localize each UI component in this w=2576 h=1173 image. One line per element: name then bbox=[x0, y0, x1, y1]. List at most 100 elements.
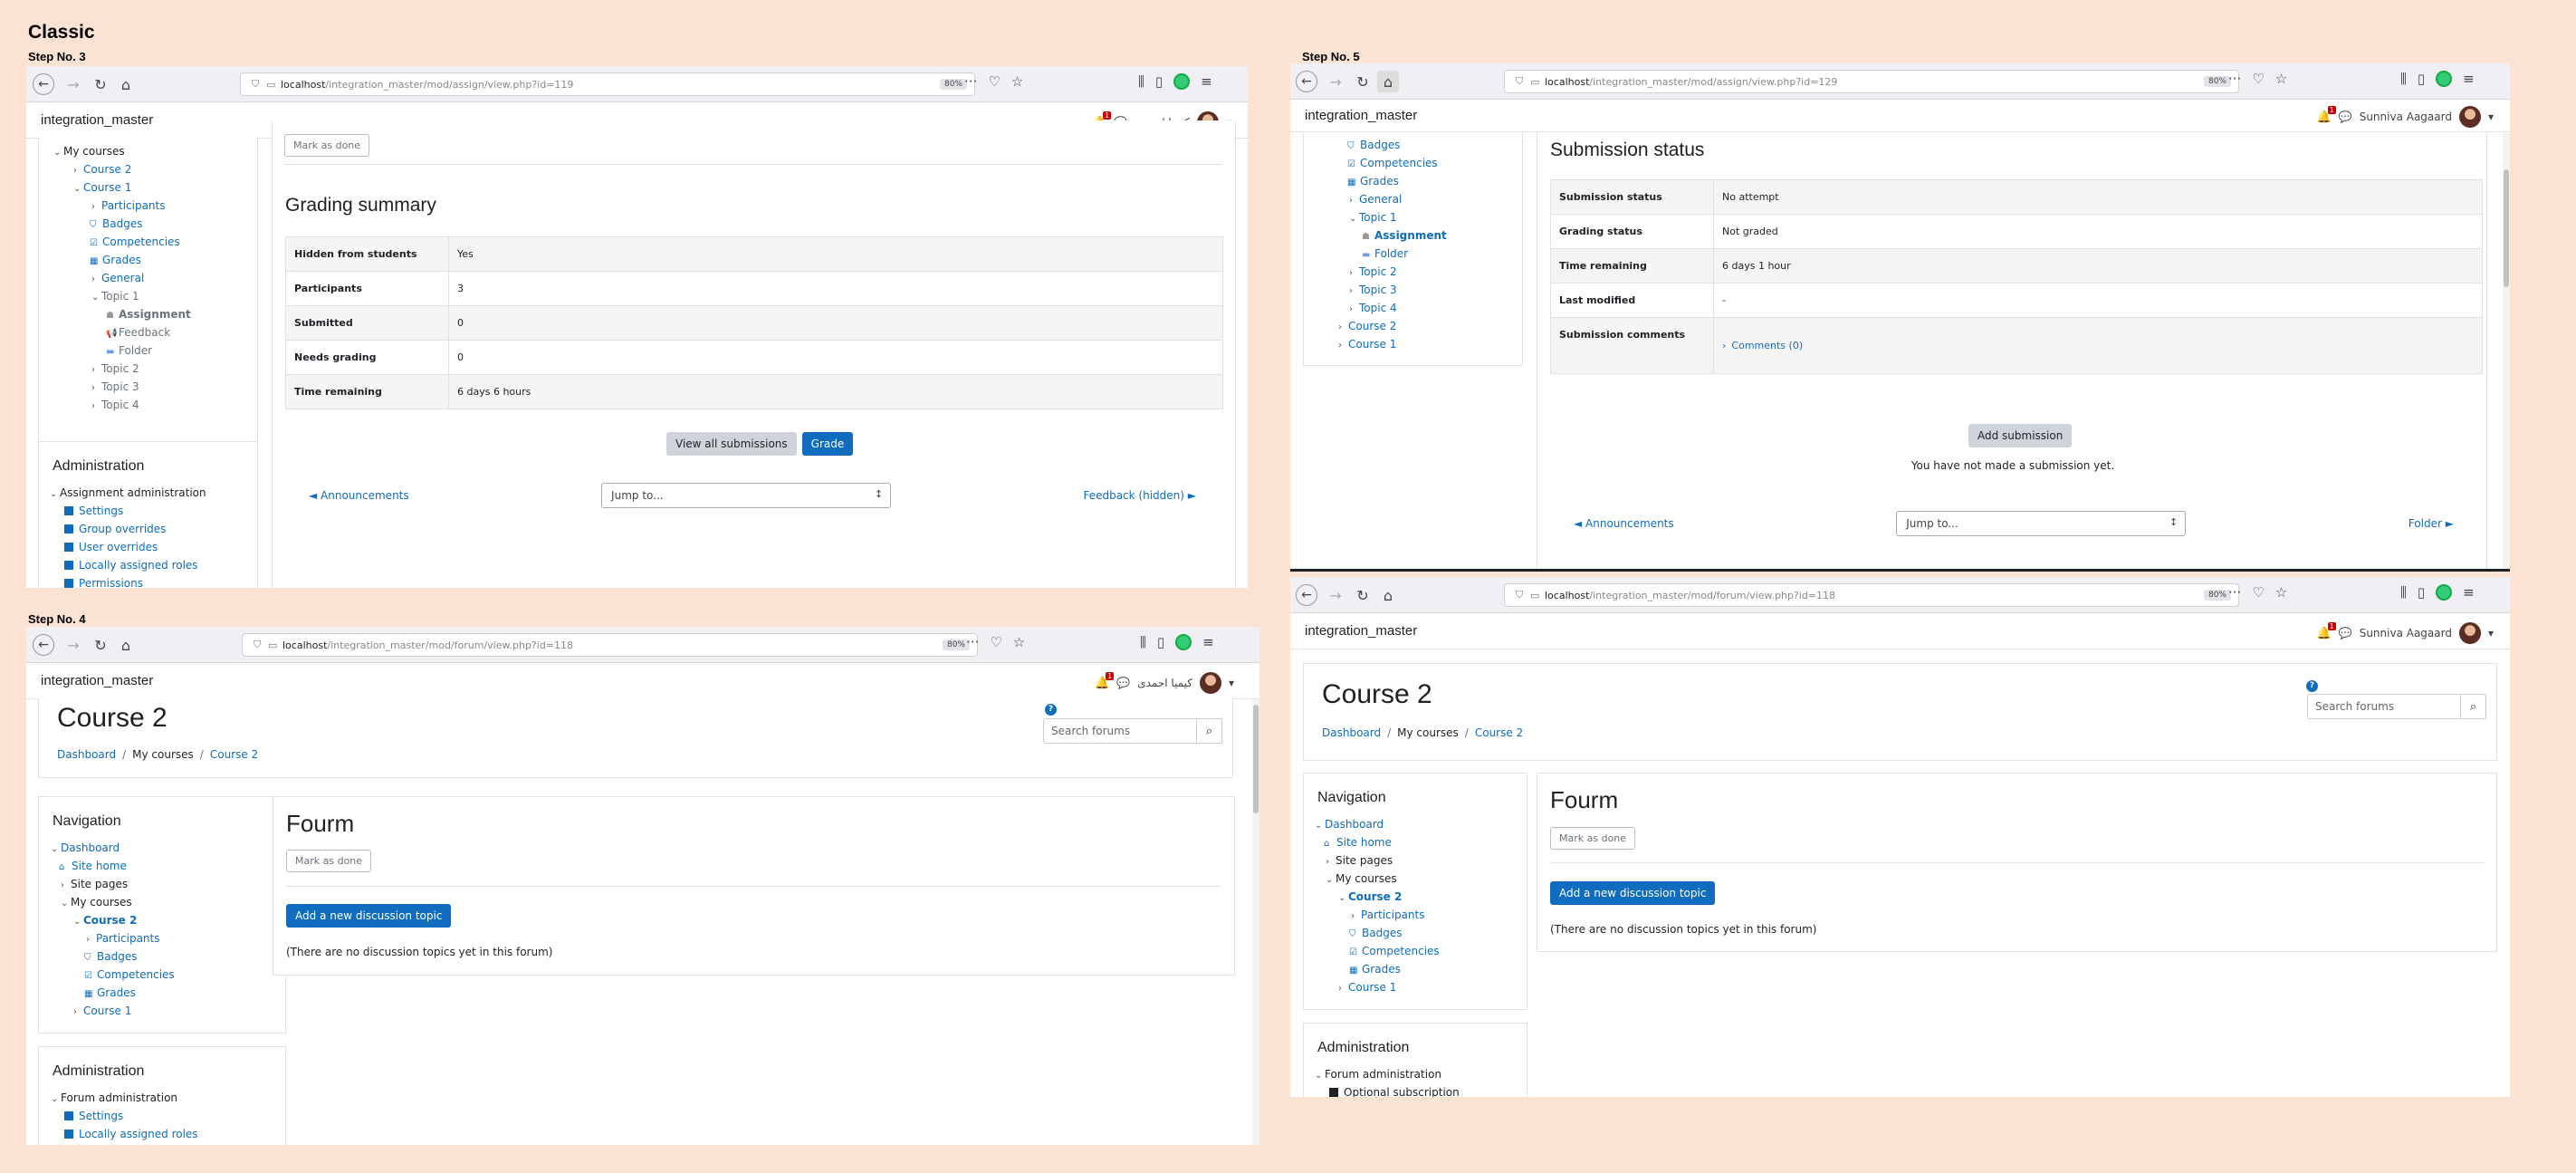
nav-item[interactable]: › Participants bbox=[1304, 906, 1527, 924]
nav-item[interactable]: ☑ Competencies bbox=[1304, 942, 1527, 960]
menu-icon[interactable]: ≡ bbox=[1201, 73, 1212, 90]
avatar[interactable] bbox=[1199, 672, 1221, 694]
zoom-level[interactable]: 80% bbox=[2203, 76, 2231, 87]
forward-icon[interactable]: → bbox=[62, 634, 84, 656]
reload-icon[interactable]: ↻ bbox=[1352, 71, 1374, 92]
chevron-right-icon[interactable]: › bbox=[1722, 340, 1726, 351]
nav-item[interactable]: › General bbox=[39, 269, 257, 287]
account-icon[interactable] bbox=[1175, 634, 1192, 650]
add-discussion-button[interactable]: Add a new discussion topic bbox=[286, 904, 452, 928]
prev-activity-link[interactable]: ◄ Announcements bbox=[1574, 517, 1674, 530]
nav-item[interactable]: ⛉ Badges bbox=[1304, 136, 1522, 154]
nav-item[interactable]: ⌄ Dashboard bbox=[1304, 815, 1527, 833]
nav-item[interactable]: 📢 Feedback bbox=[39, 323, 257, 341]
zoom-level[interactable]: 80% bbox=[2203, 590, 2231, 601]
nav-item[interactable]: › Topic 4 bbox=[1304, 299, 1522, 317]
url-bar[interactable]: ⛉ ▭ localhost/integration_master/mod/assi… bbox=[1504, 70, 2239, 93]
chat-icon[interactable]: 💬 bbox=[2339, 111, 2352, 123]
grade-button[interactable]: Grade bbox=[801, 432, 854, 456]
zoom-level[interactable]: 80% bbox=[939, 79, 967, 90]
pocket-icon[interactable]: ♡ bbox=[988, 73, 1000, 90]
sidebar-icon[interactable]: ▯ bbox=[2418, 584, 2425, 601]
nav-item[interactable]: › Topic 4 bbox=[39, 396, 257, 414]
home-icon[interactable]: ⌂ bbox=[1377, 584, 1399, 606]
nav-item[interactable]: ▦ Grades bbox=[1304, 172, 1522, 190]
user-name[interactable]: Sunniva Aagaard bbox=[2360, 111, 2452, 123]
bell-icon[interactable]: 🔔1 bbox=[1095, 671, 1115, 690]
nav-item[interactable]: ☑ Competencies bbox=[39, 966, 285, 984]
sidebar-icon[interactable]: ▯ bbox=[2418, 71, 2425, 87]
next-activity-link[interactable]: Feedback (hidden) ► bbox=[1083, 489, 1196, 502]
admin-section[interactable]: ⌄ Forum administration bbox=[1304, 1065, 1527, 1083]
nav-item[interactable]: ⌄ Dashboard bbox=[39, 839, 285, 857]
mark-as-done-button[interactable]: Mark as done bbox=[286, 850, 372, 872]
library-icon[interactable]: ⫼ bbox=[1140, 634, 1146, 650]
nav-item[interactable]: › Course 1 bbox=[1304, 335, 1522, 353]
bell-icon[interactable]: 🔔1 bbox=[2317, 105, 2336, 124]
search-icon[interactable]: ⌕ bbox=[2461, 694, 2486, 719]
home-icon[interactable]: ⌂ bbox=[115, 634, 137, 656]
nav-item[interactable]: ☑ Competencies bbox=[39, 233, 257, 251]
help-icon[interactable]: ? bbox=[2306, 680, 2318, 692]
nav-item[interactable]: › Participants bbox=[39, 197, 257, 215]
nav-item[interactable]: › Site pages bbox=[39, 875, 285, 893]
nav-item[interactable]: › Site pages bbox=[1304, 851, 1527, 870]
user-name[interactable]: Sunniva Aagaard bbox=[2360, 627, 2452, 639]
site-name[interactable]: integration_master bbox=[1305, 108, 1417, 123]
account-icon[interactable] bbox=[1173, 73, 1191, 90]
chevron-down-icon[interactable]: ▾ bbox=[2488, 627, 2494, 639]
bell-icon[interactable]: 🔔1 bbox=[2317, 621, 2336, 640]
sidebar-icon[interactable]: ▯ bbox=[1155, 73, 1163, 90]
account-icon[interactable] bbox=[2436, 71, 2453, 87]
chat-icon[interactable]: 💬 bbox=[1116, 677, 1130, 689]
forward-icon[interactable]: → bbox=[1325, 71, 1346, 92]
add-submission-button[interactable]: Add submission bbox=[1968, 424, 2073, 447]
bookmark-star-icon[interactable]: ☆ bbox=[2275, 71, 2287, 87]
bookmark-star-icon[interactable]: ☆ bbox=[2275, 584, 2287, 601]
pocket-icon[interactable]: ♡ bbox=[990, 634, 1001, 650]
add-discussion-button[interactable]: Add a new discussion topic bbox=[1550, 881, 1716, 905]
nav-item[interactable]: ⌄ My courses bbox=[1304, 870, 1527, 888]
admin-item[interactable]: Locally assigned roles bbox=[39, 556, 257, 574]
more-icon[interactable]: ··· bbox=[2228, 71, 2241, 87]
admin-item[interactable]: Locally assigned roles bbox=[39, 1125, 285, 1143]
nav-item[interactable]: ☗ Assignment bbox=[1304, 226, 1522, 245]
admin-item[interactable]: Settings bbox=[39, 502, 257, 520]
back-icon[interactable]: ← bbox=[33, 73, 54, 95]
admin-item[interactable]: Optional subscription bbox=[1304, 1083, 1527, 1097]
menu-icon[interactable]: ≡ bbox=[2463, 71, 2475, 87]
sidebar-icon[interactable]: ▯ bbox=[1157, 634, 1164, 650]
scrollbar[interactable] bbox=[2503, 133, 2510, 571]
home-icon[interactable]: ⌂ bbox=[1377, 71, 1399, 92]
home-icon[interactable]: ⌂ bbox=[115, 73, 137, 95]
nav-item[interactable]: ⛉ Badges bbox=[39, 947, 285, 966]
nav-item[interactable]: ▦ Grades bbox=[39, 984, 285, 1002]
view-all-submissions-button[interactable]: View all submissions bbox=[666, 432, 797, 456]
jump-to-select[interactable]: Jump to... bbox=[601, 483, 892, 508]
library-icon[interactable]: ⫼ bbox=[2400, 71, 2407, 87]
admin-section[interactable]: ⌄ Forum administration bbox=[39, 1089, 285, 1107]
search-icon[interactable]: ⌕ bbox=[1197, 718, 1222, 744]
nav-item[interactable]: › Participants bbox=[39, 929, 285, 947]
menu-icon[interactable]: ≡ bbox=[2463, 584, 2475, 601]
menu-icon[interactable]: ≡ bbox=[1202, 634, 1214, 650]
nav-item[interactable]: ▦ Grades bbox=[39, 251, 257, 269]
nav-item[interactable]: › Topic 2 bbox=[1304, 263, 1522, 281]
admin-item[interactable]: User overrides bbox=[39, 538, 257, 556]
more-icon[interactable]: ··· bbox=[2228, 584, 2241, 601]
pocket-icon[interactable]: ♡ bbox=[2252, 71, 2264, 87]
site-name[interactable]: integration_master bbox=[41, 673, 153, 688]
back-icon[interactable]: ← bbox=[1296, 71, 1317, 92]
chevron-down-icon[interactable]: ▾ bbox=[1229, 677, 1234, 689]
pocket-icon[interactable]: ♡ bbox=[2252, 584, 2264, 601]
mark-as-done-button[interactable]: Mark as done bbox=[1550, 827, 1636, 850]
admin-item[interactable]: Settings bbox=[39, 1107, 285, 1125]
nav-item[interactable]: ⛉ Badges bbox=[1304, 924, 1527, 942]
nav-item[interactable]: ⌄ Course 2 bbox=[1304, 888, 1527, 906]
url-bar[interactable]: ⛉ ▭ localhost/integration_master/mod/assi… bbox=[240, 72, 975, 96]
nav-item[interactable]: ⌄ Topic 1 bbox=[39, 287, 257, 305]
nav-item[interactable]: ☑ Competencies bbox=[1304, 154, 1522, 172]
reload-icon[interactable]: ↻ bbox=[90, 73, 111, 95]
account-icon[interactable] bbox=[2436, 584, 2453, 601]
help-icon[interactable]: ? bbox=[1045, 704, 1057, 716]
